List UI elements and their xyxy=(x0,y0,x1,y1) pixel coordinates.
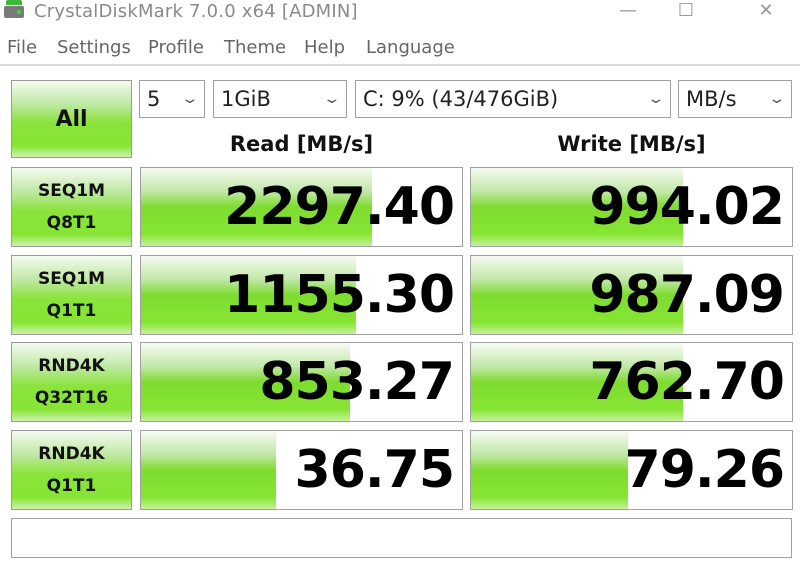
menu-settings[interactable]: Settings xyxy=(57,36,131,60)
test-name: SEQ1M xyxy=(37,269,106,289)
test-button-rnd4k-q1t1[interactable]: RND4K Q1T1 xyxy=(11,430,132,510)
chevron-down-icon: ⌄ xyxy=(767,91,787,107)
write-value: 762.70 xyxy=(589,352,785,412)
test-button-seq1m-q1t1[interactable]: SEQ1M Q1T1 xyxy=(11,255,132,335)
read-result-cell: 2297.40 xyxy=(140,167,463,247)
test-name: RND4K xyxy=(38,444,105,464)
read-result-cell: 853.27 xyxy=(140,342,463,422)
write-value: 987.09 xyxy=(589,265,785,325)
test-button-seq1m-q8t1[interactable]: SEQ1M Q8T1 xyxy=(11,167,132,247)
minimize-button[interactable]: — xyxy=(608,0,648,24)
test-params: Q8T1 xyxy=(46,213,97,233)
test-size-value: 1GiB xyxy=(221,87,271,111)
write-value: 79.26 xyxy=(624,440,785,500)
maximize-button[interactable]: ☐ xyxy=(666,0,706,24)
write-result-cell: 994.02 xyxy=(470,167,793,247)
menu-profile[interactable]: Profile xyxy=(148,36,204,60)
window-title: CrystalDiskMark 7.0.0 x64 [ADMIN] xyxy=(34,1,358,22)
test-params: Q1T1 xyxy=(46,301,97,321)
close-button[interactable]: ✕ xyxy=(746,0,786,24)
write-value: 994.02 xyxy=(589,177,785,237)
read-column-header: Read [MB/s] xyxy=(229,132,374,156)
test-name: RND4K xyxy=(38,356,105,376)
read-value: 1155.30 xyxy=(224,265,455,325)
test-count-value: 5 xyxy=(147,87,161,111)
menu-help[interactable]: Help xyxy=(304,36,345,60)
menu-theme[interactable]: Theme xyxy=(224,36,286,60)
read-value: 2297.40 xyxy=(224,177,455,237)
chevron-down-icon: ⌄ xyxy=(322,91,342,107)
status-bar xyxy=(11,518,792,558)
menu-language[interactable]: Language xyxy=(366,36,455,60)
write-result-cell: 79.26 xyxy=(470,430,793,510)
menu-file[interactable]: File xyxy=(7,36,37,60)
test-button-rnd4k-q32t16[interactable]: RND4K Q32T16 xyxy=(11,342,132,422)
unit-select[interactable]: MB/s ⌄ xyxy=(678,80,792,118)
test-size-select[interactable]: 1GiB ⌄ xyxy=(213,80,347,118)
app-disk-icon xyxy=(4,0,24,22)
test-params: Q1T1 xyxy=(46,476,97,496)
write-progress-bar xyxy=(471,431,629,509)
drive-select[interactable]: C: 9% (43/476GiB) ⌄ xyxy=(355,80,671,118)
title-bar: CrystalDiskMark 7.0.0 x64 [ADMIN] — ☐ ✕ xyxy=(0,0,800,30)
run-all-button[interactable]: All xyxy=(11,80,132,158)
read-result-cell: 1155.30 xyxy=(140,255,463,335)
write-result-cell: 762.70 xyxy=(470,342,793,422)
test-count-select[interactable]: 5 ⌄ xyxy=(139,80,205,118)
write-result-cell: 987.09 xyxy=(470,255,793,335)
read-progress-bar xyxy=(141,431,276,509)
test-params: Q32T16 xyxy=(34,388,109,408)
read-result-cell: 36.75 xyxy=(140,430,463,510)
read-value: 853.27 xyxy=(259,352,455,412)
menu-bar: File Settings Profile Theme Help Languag… xyxy=(0,34,800,66)
write-column-header: Write [MB/s] xyxy=(557,132,706,156)
chevron-down-icon: ⌄ xyxy=(646,91,666,107)
chevron-down-icon: ⌄ xyxy=(180,91,200,107)
drive-value: C: 9% (43/476GiB) xyxy=(363,87,559,111)
read-value: 36.75 xyxy=(294,440,455,500)
test-name: SEQ1M xyxy=(37,181,106,201)
unit-value: MB/s xyxy=(686,87,737,111)
